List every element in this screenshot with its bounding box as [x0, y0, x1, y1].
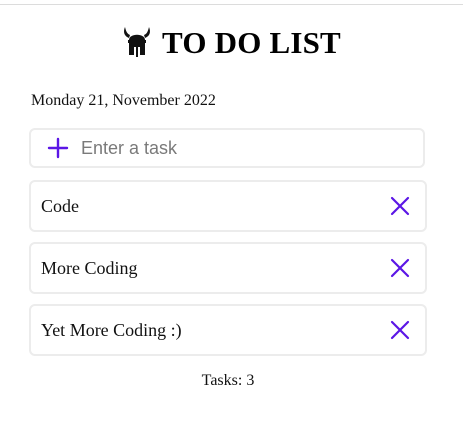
page-title: TO DO LIST — [162, 24, 341, 60]
task-text: More Coding — [41, 257, 138, 278]
task-item: Code — [29, 180, 427, 232]
task-item: More Coding — [29, 242, 427, 294]
close-icon[interactable] — [388, 318, 412, 342]
tasks-count: Tasks: 3 — [201, 372, 255, 389]
top-divider — [0, 4, 463, 5]
task-text: Yet More Coding :) — [41, 319, 182, 340]
task-item: Yet More Coding :) — [29, 304, 427, 356]
current-date: Monday 21, November 2022 — [31, 92, 216, 109]
viking-helmet-icon — [122, 24, 152, 60]
plus-icon[interactable] — [45, 135, 71, 161]
close-icon[interactable] — [388, 256, 412, 280]
page-header: TO DO LIST — [0, 20, 463, 64]
task-text: Code — [41, 195, 79, 216]
task-list: Code More Coding Yet More Coding :) — [29, 180, 427, 366]
close-icon[interactable] — [388, 194, 412, 218]
task-input-container — [29, 128, 425, 168]
task-input[interactable] — [81, 133, 401, 163]
